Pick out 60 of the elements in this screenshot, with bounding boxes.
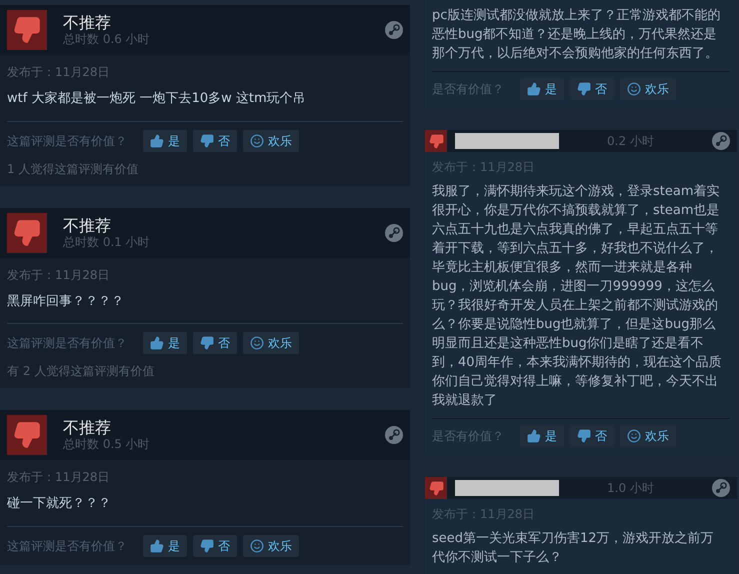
thumbs-down-icon xyxy=(13,218,41,246)
vote-button[interactable]: 是 xyxy=(143,534,187,556)
thumbs-up-icon xyxy=(527,429,541,443)
vote-button[interactable]: 否 xyxy=(193,332,237,354)
posted-date: 发布于：11月28日 xyxy=(7,266,111,284)
helpful-count: 1 人觉得这篇评测有价值 xyxy=(7,160,140,178)
helpful-count: 有 2 人觉得这篇评测有价值 xyxy=(7,363,156,380)
thumbs-down-icon xyxy=(200,538,214,552)
vote-button[interactable]: 否 xyxy=(570,78,614,100)
thumbs-up-icon xyxy=(150,336,164,350)
vote-button[interactable]: 否 xyxy=(570,425,614,447)
thumbs-up-icon xyxy=(527,82,541,96)
vote-button[interactable]: 是 xyxy=(520,425,564,447)
review-text: wtf 大家都是被一炮死 一炮下去10多w 这tm玩个吊 xyxy=(7,90,307,108)
review-text: 我服了，满怀期待来玩这个游戏，登录steam着实很开心，你是万代你不搞预载就算了，steam也是六点五十九也是六点我真的佛了，早起五点五十等着开下载，等到六点五十多，好我也不说什么了，毕竟比主机板便宜很多，然而一进来就是各种bug，浏览机体会崩，进图一刀999999，这怎么玩？我很好奇开发人员在上架之前都不测试游戏的么？你要是说隐性bug也就算了，但是这bug那么明显而且还是这种恶性bug你们是瞎了还是看不到，40周年作，本来我满怀期待的，现在这个品质你们自己觉得对得上嘛，等修复补丁吧，今天不出我就退款了 xyxy=(432,183,723,410)
vote-button[interactable]: 欢乐 xyxy=(620,425,676,447)
vote-button[interactable]: 欢乐 xyxy=(620,78,676,100)
vote-button[interactable]: 欢乐 xyxy=(243,130,299,152)
smiley-icon xyxy=(627,82,641,96)
steam-icon xyxy=(385,21,403,39)
helpful-prompt: 这篇评测是否有价值？ xyxy=(7,335,127,352)
playtime: 总时数 0.5 小时 xyxy=(63,437,151,451)
thumbs-up-icon xyxy=(150,538,164,552)
playtime: 0.2 小时 xyxy=(607,133,655,150)
thumbs-up-icon xyxy=(150,134,164,148)
smiley-icon xyxy=(627,429,641,443)
thumbs-down-icon xyxy=(13,421,41,449)
thumbs-down-icon xyxy=(428,480,444,496)
thumbs-down-icon xyxy=(428,134,444,148)
thumbs-down-icon xyxy=(577,429,591,443)
thumbs-down-icon xyxy=(200,336,214,350)
vote-button[interactable]: 欢乐 xyxy=(243,534,299,556)
posted-date: 发布于：11月28日 xyxy=(7,64,111,81)
vote-button[interactable]: 欢乐 xyxy=(243,332,299,354)
review-text: 碰一下就死？？？ xyxy=(7,495,112,513)
verdict-title: 不推荐 xyxy=(63,216,112,234)
review-text: pc版连测试都没做就放上来了？正常游戏都不能的恶性bug都不知道？还是晚上线的，万代果然还是那个万代，以后绝对不会预购他家的任何东西了。 xyxy=(432,7,722,63)
steam-icon xyxy=(385,426,403,444)
smiley-icon xyxy=(250,538,264,552)
playtime: 1.0 小时 xyxy=(607,480,655,497)
helpful-prompt: 这篇评测是否有价值？ xyxy=(7,132,127,150)
posted-date: 发布于：11月28日 xyxy=(7,469,111,486)
thumbs-down-icon xyxy=(577,82,591,96)
verdict-title: 不推荐 xyxy=(63,14,112,32)
playtime: 总时数 0.6 小时 xyxy=(63,32,151,46)
verdict-title: 不推荐 xyxy=(63,419,112,437)
steam-icon xyxy=(385,224,403,242)
review-text: seed第一关光束军刀伤害12万，游戏开放之前万代你不测试一下子么？ xyxy=(432,530,715,567)
vote-button[interactable]: 否 xyxy=(193,130,237,152)
review-text: 黑屏咋回事？？？？ xyxy=(7,292,125,310)
vote-button[interactable]: 是 xyxy=(143,130,187,152)
vote-button[interactable]: 否 xyxy=(193,534,237,556)
playtime: 总时数 0.1 小时 xyxy=(63,234,151,248)
smiley-icon xyxy=(250,336,264,350)
thumbs-down-icon xyxy=(13,16,41,44)
smiley-icon xyxy=(250,134,264,148)
thumbs-down-icon xyxy=(200,134,214,148)
vote-button[interactable]: 是 xyxy=(143,332,187,354)
helpful-prompt: 这篇评测是否有价值？ xyxy=(7,538,127,554)
vote-button[interactable]: 是 xyxy=(520,78,564,100)
